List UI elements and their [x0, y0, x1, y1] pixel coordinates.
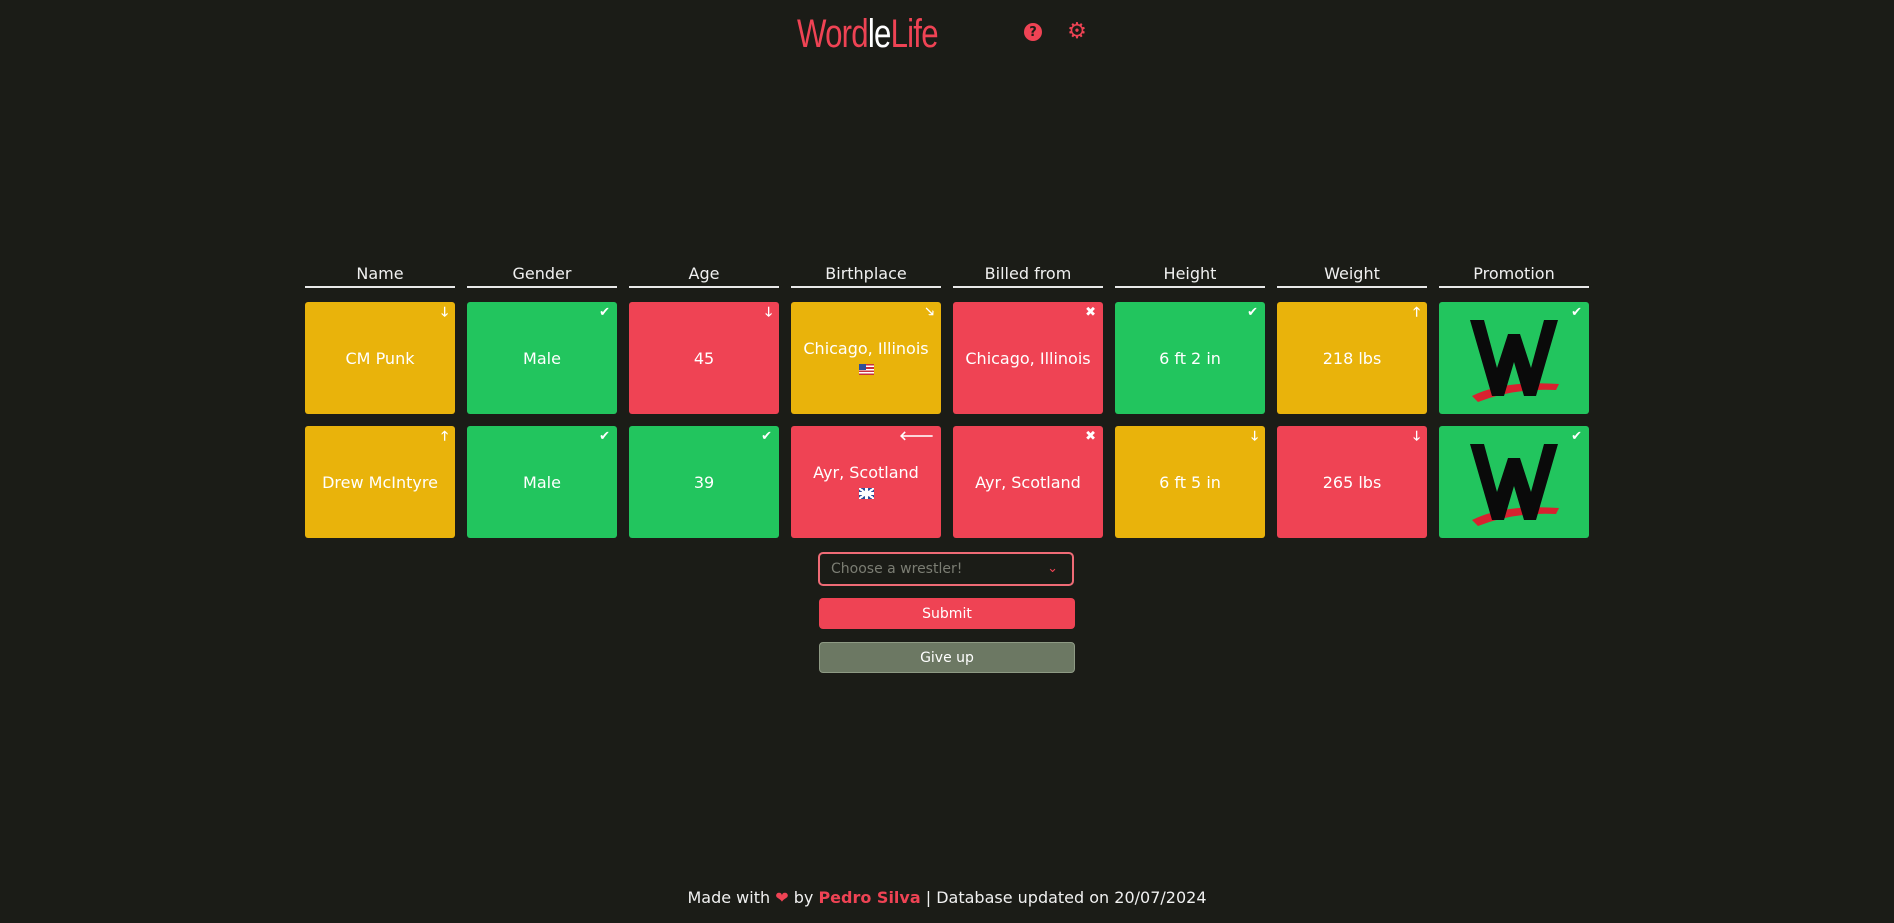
logo-life: Life: [890, 12, 939, 56]
cell-value: 218 lbs: [1322, 348, 1382, 368]
arrow-down-icon: 🡓: [765, 305, 772, 320]
cell-value: Drew McIntyre: [322, 472, 438, 492]
cell-value: 45: [693, 348, 715, 368]
column-header-billed-from: Billed from: [953, 264, 1103, 288]
cell-promotion: ✔: [1439, 426, 1589, 538]
arrow-down-icon: 🡓: [1251, 429, 1258, 444]
cell-value: CM Punk: [345, 348, 415, 368]
wwe-logo: [1470, 320, 1559, 402]
us-flag-icon: [858, 363, 874, 378]
submit-button[interactable]: Submit: [819, 598, 1075, 629]
wrestler-select[interactable]: ⌄: [818, 552, 1074, 586]
column-header-name: Name: [305, 264, 455, 288]
footer: Made with ❤ by Pedro Silva | Database up…: [0, 888, 1894, 907]
cell-billed-from: ✖ Ayr, Scotland: [953, 426, 1103, 538]
check-icon: ✔: [1571, 305, 1582, 320]
column-header-gender: Gender: [467, 264, 617, 288]
uk-flag-icon: [858, 487, 874, 502]
cell-value: Ayr, Scotland: [975, 472, 1081, 492]
cell-birthplace: 🡖 Chicago, Illinois: [791, 302, 941, 414]
arrow-left-icon: 🡐: [899, 429, 934, 444]
cell-weight: 🡓 265 lbs: [1277, 426, 1427, 538]
database-updated-text: Database updated on 20/07/2024: [936, 888, 1207, 907]
cell-value: Ayr, Scotland: [813, 462, 919, 482]
cell-value: 265 lbs: [1322, 472, 1382, 492]
cell-age: 🡓 45: [629, 302, 779, 414]
footer-made-with: Made with: [687, 888, 771, 907]
cell-name: 🡓 CM Punk: [305, 302, 455, 414]
cell-value: 6 ft 2 in: [1159, 348, 1221, 368]
cell-height: 🡓 6 ft 5 in: [1115, 426, 1265, 538]
cell-billed-from: ✖ Chicago, Illinois: [953, 302, 1103, 414]
logo-le: le: [867, 12, 892, 56]
cross-icon: ✖: [1085, 305, 1096, 320]
column-header-weight: Weight: [1277, 264, 1427, 288]
check-icon: ✔: [1247, 305, 1258, 320]
arrow-down-icon: 🡓: [1413, 429, 1420, 444]
wwe-logo: [1470, 444, 1559, 526]
logo-word: Word: [797, 12, 869, 56]
column-header-age: Age: [629, 264, 779, 288]
column-header-height: Height: [1115, 264, 1265, 288]
arrow-down-icon: 🡓: [441, 305, 448, 320]
app-logo[interactable]: WordleLife: [797, 8, 939, 60]
question-circle-icon[interactable]: ?: [1024, 23, 1042, 41]
cell-height: ✔ 6 ft 2 in: [1115, 302, 1265, 414]
heart-icon: ❤: [775, 888, 789, 907]
give-up-button[interactable]: Give up: [819, 642, 1075, 673]
cell-value: Chicago, Illinois: [803, 338, 929, 358]
cell-gender: ✔ Male: [467, 302, 617, 414]
check-icon: ✔: [1571, 429, 1582, 444]
footer-separator: |: [925, 888, 932, 907]
chevron-down-icon[interactable]: ⌄: [1047, 561, 1058, 576]
cell-name: 🡑 Drew McIntyre: [305, 426, 455, 538]
cell-birthplace: 🡐 Ayr, Scotland: [791, 426, 941, 538]
wrestler-search-input[interactable]: [829, 560, 1043, 578]
cell-value: Chicago, Illinois: [965, 348, 1091, 368]
check-icon: ✔: [599, 305, 610, 320]
author-link[interactable]: Pedro Silva: [818, 888, 920, 907]
check-icon: ✔: [599, 429, 610, 444]
cell-weight: 🡑 218 lbs: [1277, 302, 1427, 414]
cell-value: Male: [523, 348, 561, 368]
cell-value: Male: [523, 472, 561, 492]
column-headers: Name Gender Age Birthplace Billed from H…: [305, 264, 1601, 288]
arrow-up-icon: 🡑: [441, 429, 448, 444]
cross-icon: ✖: [1085, 429, 1096, 444]
cell-gender: ✔ Male: [467, 426, 617, 538]
cell-value: 39: [693, 472, 715, 492]
cell-age: ✔ 39: [629, 426, 779, 538]
guess-row: 🡑 Drew McIntyre ✔ Male ✔ 39 🡐 Ayr, Scotl…: [305, 426, 1601, 538]
footer-by: by: [793, 888, 814, 907]
arrow-up-icon: 🡑: [1413, 305, 1420, 320]
check-icon: ✔: [761, 429, 772, 444]
gear-icon[interactable]: ⚙: [1067, 21, 1087, 43]
cell-promotion: ✔: [1439, 302, 1589, 414]
arrow-down-right-icon: 🡖: [925, 305, 934, 320]
column-header-promotion: Promotion: [1439, 264, 1589, 288]
column-header-birthplace: Birthplace: [791, 264, 941, 288]
guess-row: 🡓 CM Punk ✔ Male 🡓 45 🡖 Chicago, Illinoi…: [305, 302, 1601, 414]
cell-value: 6 ft 5 in: [1159, 472, 1221, 492]
